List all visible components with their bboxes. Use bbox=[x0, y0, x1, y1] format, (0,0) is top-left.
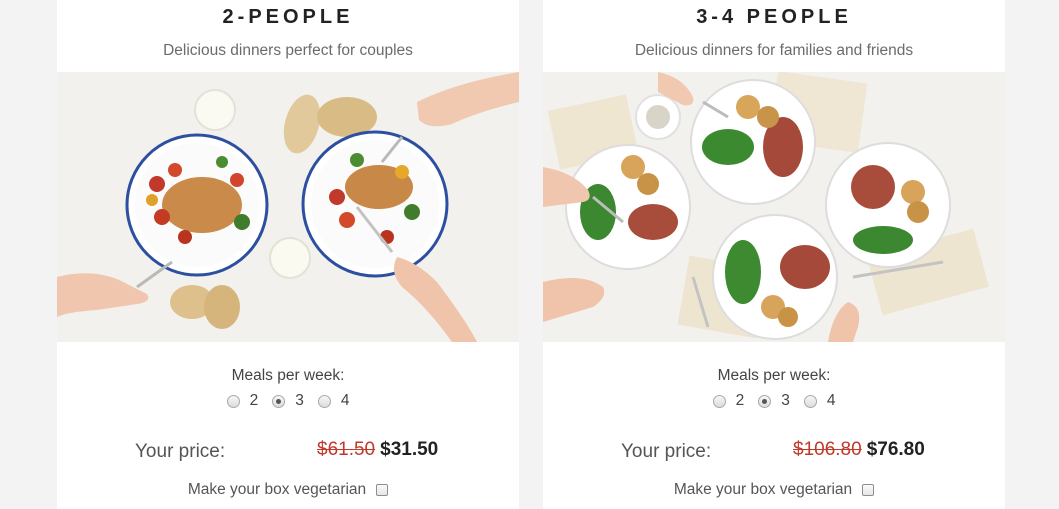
vegetarian-option[interactable]: Make your box vegetarian bbox=[57, 481, 519, 499]
vegetarian-label: Make your box vegetarian bbox=[673, 481, 853, 498]
meals-option-4[interactable]: 4 bbox=[803, 392, 836, 410]
meals-option-2[interactable]: 2 bbox=[712, 392, 745, 410]
meals-option-label: 3 bbox=[295, 392, 304, 409]
price-values: $61.50 $31.50 bbox=[317, 439, 438, 461]
new-price: $31.50 bbox=[380, 439, 439, 460]
plan-title: 3-4 PEOPLE bbox=[696, 6, 852, 28]
radio-button[interactable] bbox=[803, 394, 817, 408]
plan-subtitle: Delicious dinners for families and frien… bbox=[634, 42, 914, 59]
vegetarian-label: Make your box vegetarian bbox=[187, 481, 367, 498]
meals-option-label: 3 bbox=[781, 392, 790, 409]
plan-title: 2-PEOPLE bbox=[222, 6, 354, 28]
radio-button[interactable] bbox=[226, 394, 240, 408]
vegetarian-checkbox[interactable] bbox=[862, 484, 875, 496]
meals-option-label: 4 bbox=[340, 392, 350, 409]
meals-option-label: 2 bbox=[249, 392, 259, 409]
vegetarian-checkbox[interactable] bbox=[376, 484, 389, 496]
meals-per-week-radio-group: 2 3 4 bbox=[57, 392, 519, 410]
old-price: $106.80 bbox=[793, 439, 862, 460]
price-label: Your price: bbox=[135, 441, 226, 462]
pork-chop-dinner-photo bbox=[57, 72, 519, 342]
meals-option-3[interactable]: 3 bbox=[272, 392, 304, 410]
plan-subtitle: Delicious dinners perfect for couples bbox=[163, 42, 413, 59]
meals-option-2[interactable]: 2 bbox=[226, 392, 259, 410]
plan-card-3-4-people: 3-4 PEOPLE Delicious dinners for familie… bbox=[543, 0, 1005, 509]
meals-per-week-label: Meals per week: bbox=[231, 367, 345, 384]
price-label: Your price: bbox=[621, 441, 712, 462]
new-price: $76.80 bbox=[866, 439, 925, 460]
meals-option-label: 4 bbox=[826, 392, 836, 409]
steak-green-beans-dinner-photo bbox=[543, 72, 1005, 342]
price-row: Your price: $61.50 $31.50 bbox=[57, 439, 519, 465]
meals-per-week-radio-group: 2 3 4 bbox=[543, 392, 1005, 410]
plan-card-2-people: 2-PEOPLE Delicious dinners perfect for c… bbox=[57, 0, 519, 509]
radio-button-selected[interactable] bbox=[272, 394, 286, 408]
meals-option-label: 2 bbox=[735, 392, 745, 409]
old-price: $61.50 bbox=[317, 439, 376, 460]
meals-per-week-label: Meals per week: bbox=[717, 367, 831, 384]
radio-button[interactable] bbox=[712, 394, 726, 408]
price-row: Your price: $106.80 $76.80 bbox=[543, 439, 1005, 465]
radio-button[interactable] bbox=[317, 394, 331, 408]
price-values: $106.80 $76.80 bbox=[793, 439, 925, 461]
meals-option-4[interactable]: 4 bbox=[317, 392, 350, 410]
meals-option-3[interactable]: 3 bbox=[758, 392, 790, 410]
radio-button-selected[interactable] bbox=[758, 394, 772, 408]
vegetarian-option[interactable]: Make your box vegetarian bbox=[543, 481, 1005, 499]
